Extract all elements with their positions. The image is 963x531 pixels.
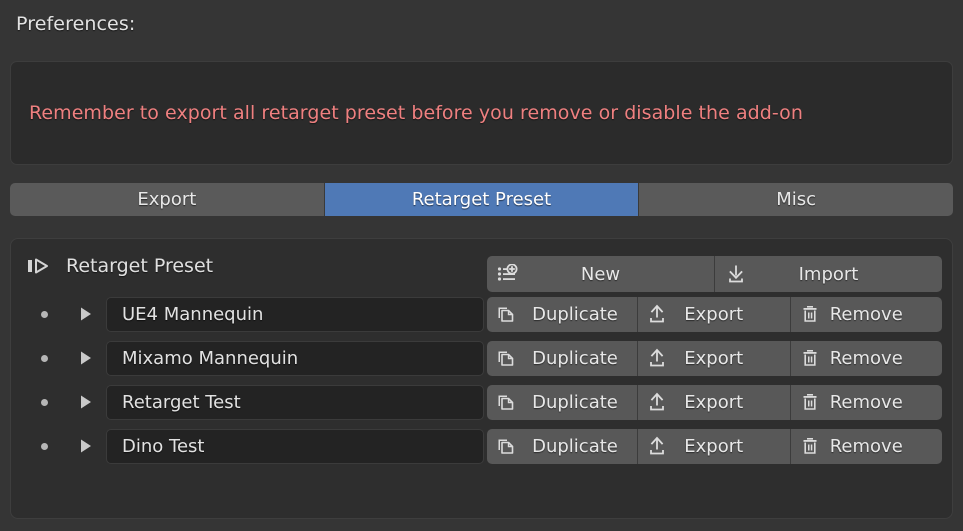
duplicate-label: Duplicate (532, 391, 618, 413)
remove-button[interactable]: Remove (790, 340, 942, 376)
remove-label: Remove (829, 391, 903, 413)
export-label: Export (684, 347, 744, 369)
export-button[interactable]: Export (638, 384, 791, 420)
tab-retarget-preset[interactable]: Retarget Preset (324, 183, 640, 216)
warning-message: Remember to export all retarget preset b… (29, 102, 803, 124)
duplicate-icon (496, 304, 516, 324)
import-preset-label: Import (798, 263, 859, 285)
row-action-group: Duplicate Export Remove (487, 384, 942, 420)
expand-row-icon[interactable] (79, 394, 93, 410)
table-row: Retarget Test Duplicate Export Remove (11, 380, 952, 424)
preset-name-input[interactable]: Dino Test (106, 428, 484, 464)
row-action-group: Duplicate Export Remove (487, 428, 942, 464)
remove-button[interactable]: Remove (790, 428, 942, 464)
preset-name-input[interactable]: UE4 Mannequin (106, 296, 484, 332)
tab-misc[interactable]: Misc (639, 183, 953, 216)
duplicate-label: Duplicate (532, 347, 618, 369)
tab-retarget-preset-label: Retarget Preset (411, 189, 552, 210)
trash-icon (800, 392, 820, 412)
tab-export[interactable]: Export (10, 183, 325, 216)
duplicate-button[interactable]: Duplicate (487, 428, 638, 464)
trash-icon (800, 304, 820, 324)
remove-label: Remove (829, 303, 903, 325)
preset-name-input[interactable]: Retarget Test (106, 384, 484, 420)
export-upload-icon (647, 392, 667, 412)
table-row: Mixamo Mannequin Duplicate Export Remove (11, 336, 952, 380)
export-label: Export (684, 435, 744, 457)
export-button[interactable]: Export (638, 428, 791, 464)
import-download-icon (725, 264, 747, 284)
warning-box: Remember to export all retarget preset b… (10, 61, 953, 165)
panel-header: Retarget Preset New Import (11, 248, 952, 292)
table-row: Dino Test Duplicate Export Remove (11, 424, 952, 468)
remove-button[interactable]: Remove (790, 296, 942, 332)
page-title: Preferences: (16, 13, 136, 35)
tab-bar: Export Retarget Preset Misc (10, 183, 953, 216)
expand-row-icon[interactable] (79, 438, 93, 454)
trash-icon (800, 348, 820, 368)
trash-icon (800, 436, 820, 456)
export-upload-icon (647, 436, 667, 456)
bullet-icon (41, 442, 48, 450)
tab-misc-label: Misc (776, 189, 817, 210)
new-preset-label: New (580, 263, 621, 285)
import-preset-button[interactable]: Import (715, 256, 942, 292)
panel-action-group: New Import (487, 256, 942, 292)
panel-title: Retarget Preset (66, 255, 214, 277)
row-action-group: Duplicate Export Remove (487, 296, 942, 332)
export-button[interactable]: Export (638, 340, 791, 376)
duplicate-label: Duplicate (532, 303, 618, 325)
table-row: UE4 Mannequin Duplicate Export Remove (11, 292, 952, 336)
duplicate-label: Duplicate (532, 435, 618, 457)
expand-row-icon[interactable] (79, 350, 93, 366)
remove-label: Remove (829, 435, 903, 457)
remove-button[interactable]: Remove (790, 384, 942, 420)
new-preset-button[interactable]: New (487, 256, 715, 292)
duplicate-button[interactable]: Duplicate (487, 384, 638, 420)
preset-list: UE4 Mannequin Duplicate Export Remove Mi… (11, 292, 952, 468)
export-label: Export (684, 303, 744, 325)
duplicate-icon (496, 436, 516, 456)
export-label: Export (684, 391, 744, 413)
export-button[interactable]: Export (638, 296, 791, 332)
bullet-icon (41, 398, 48, 406)
expand-collapse-icon[interactable] (27, 255, 55, 277)
list-add-icon (497, 264, 519, 284)
retarget-preset-panel: Retarget Preset New Import UE4 Mannequin… (10, 238, 953, 519)
row-action-group: Duplicate Export Remove (487, 340, 942, 376)
duplicate-button[interactable]: Duplicate (487, 340, 638, 376)
expand-row-icon[interactable] (79, 306, 93, 322)
duplicate-icon (496, 392, 516, 412)
duplicate-button[interactable]: Duplicate (487, 296, 638, 332)
bullet-icon (41, 310, 48, 318)
bullet-icon (41, 354, 48, 362)
preset-name-input[interactable]: Mixamo Mannequin (106, 340, 484, 376)
export-upload-icon (647, 348, 667, 368)
export-upload-icon (647, 304, 667, 324)
remove-label: Remove (829, 347, 903, 369)
duplicate-icon (496, 348, 516, 368)
tab-export-label: Export (137, 189, 197, 210)
